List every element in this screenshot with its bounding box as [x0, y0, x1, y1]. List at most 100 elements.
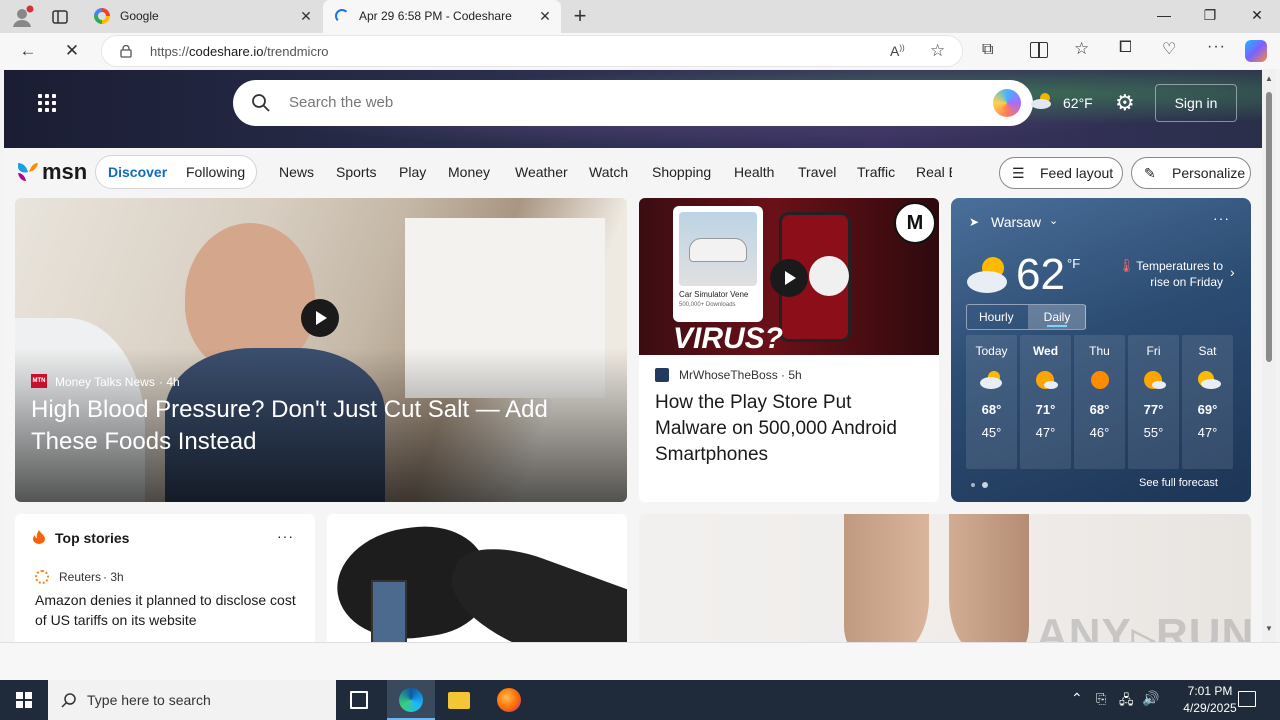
forecast-day[interactable]: Sat 69° 47° — [1182, 335, 1233, 469]
hero-news-card[interactable]: MTN Money Talks News · 4h High Blood Pre… — [15, 198, 627, 502]
source-name[interactable]: Reuters — [59, 570, 101, 584]
nav-weather[interactable]: Weather — [515, 164, 568, 180]
play-video-icon[interactable] — [770, 259, 808, 297]
firefox-icon[interactable] — [497, 688, 521, 712]
new-tab-icon[interactable]: + — [568, 4, 592, 28]
task-view-icon[interactable] — [350, 691, 368, 709]
copilot-search-icon[interactable] — [993, 89, 1021, 117]
minimize-icon[interactable]: — — [1141, 0, 1187, 33]
windows-taskbar: Type here to search ⌃ ⎘ 🖧 🔊 7:01 PM 4/29… — [0, 680, 1280, 720]
weather-city[interactable]: Warsaw — [991, 214, 1041, 230]
more-menu-icon[interactable]: ··· — [1207, 38, 1226, 56]
network-icon[interactable]: 🖧 — [1119, 691, 1134, 713]
play-video-icon[interactable] — [301, 299, 339, 337]
story-headline[interactable]: Amazon denies it planned to disclose cos… — [35, 590, 297, 630]
copilot-icon[interactable] — [1245, 40, 1267, 62]
nav-travel[interactable]: Travel — [798, 164, 836, 180]
weather-card: ➤ Warsaw ⌄ ··· 62 °F 🌡 Temperatures to r… — [951, 198, 1251, 502]
close-tab-icon[interactable]: ✕ — [537, 8, 553, 24]
more-options-icon[interactable]: ··· — [277, 528, 294, 544]
page-dot[interactable] — [982, 482, 988, 488]
close-tab-icon[interactable]: ✕ — [298, 8, 314, 24]
back-icon[interactable]: ← — [13, 37, 43, 65]
top-stories-card: Top stories ··· Reuters · 3h Amazon deni… — [15, 514, 315, 642]
feed-layout-button[interactable]: ☰ Feed layout — [999, 157, 1123, 189]
show-hidden-icons-chevron-icon[interactable]: ⌃ — [1071, 690, 1083, 707]
taskbar-search-box[interactable]: Type here to search — [48, 680, 336, 720]
profile-avatar-icon[interactable] — [10, 5, 34, 29]
chevron-right-icon[interactable]: › — [1230, 264, 1235, 280]
scroll-down-icon[interactable]: ▼ — [1265, 624, 1273, 633]
nav-play[interactable]: Play — [399, 164, 426, 180]
article-headline[interactable]: How the Play Store Put Malware on 500,00… — [655, 390, 927, 468]
nav-watch[interactable]: Watch — [589, 164, 628, 180]
forecast-day[interactable]: Thu 68° 46° — [1074, 335, 1125, 469]
favorite-star-icon[interactable]: ☆ — [930, 41, 945, 61]
usb-device-icon[interactable]: ⎘ — [1096, 691, 1106, 707]
product-image-card[interactable] — [327, 514, 627, 642]
see-full-forecast-link[interactable]: See full forecast — [1139, 477, 1218, 489]
weather-note[interactable]: Temperatures to rise on Friday — [1135, 258, 1223, 290]
favorites-icon[interactable]: ☆ — [1074, 39, 1089, 59]
windows-start-icon[interactable] — [16, 692, 32, 708]
article-age: · 3h — [103, 570, 124, 584]
address-bar[interactable]: https://codeshare.io/trendmicro A)) ☆ — [101, 35, 963, 67]
apps-launcher-icon[interactable] — [38, 94, 56, 112]
tab-actions-icon[interactable] — [51, 8, 69, 26]
top-stories-title: Top stories — [55, 530, 130, 546]
notifications-icon[interactable] — [1238, 691, 1256, 707]
tab-hourly[interactable]: Hourly — [979, 310, 1014, 324]
tab-discover[interactable]: Discover — [108, 164, 167, 180]
nav-shopping[interactable]: Shopping — [652, 164, 711, 180]
scrollbar-thumb[interactable] — [1266, 92, 1272, 362]
taskbar-time[interactable]: 7:01 PM — [1172, 684, 1248, 698]
browser-status-area — [0, 642, 1280, 680]
page-scrollbar[interactable]: ▲ ▼ — [1262, 70, 1276, 642]
weather-cloud-icon[interactable] — [1030, 92, 1056, 110]
more-options-icon[interactable]: ··· — [1213, 210, 1230, 226]
forecast-day[interactable]: Fri 77° 55° — [1128, 335, 1179, 469]
page-dot[interactable] — [971, 483, 975, 487]
tab-following[interactable]: Following — [186, 164, 245, 180]
tab-google[interactable]: Google ✕ — [84, 0, 322, 33]
malware-news-card[interactable]: Car Simulator Vene 500,000+ Downloads VI… — [639, 198, 939, 502]
hero-headline[interactable]: High Blood Pressure? Don't Just Cut Salt… — [31, 394, 591, 458]
personalize-button[interactable]: ✎ Personalize — [1131, 157, 1251, 189]
taskbar-date[interactable]: 4/29/2025 — [1172, 701, 1248, 715]
restore-icon[interactable]: ❐ — [1187, 0, 1233, 33]
nav-real-estate[interactable]: Real E — [916, 164, 952, 180]
sign-in-button[interactable]: Sign in — [1155, 84, 1237, 122]
close-window-icon[interactable]: ✕ — [1234, 0, 1280, 33]
volume-icon[interactable]: 🔊 — [1142, 690, 1159, 707]
source-name[interactable]: Money Talks News — [55, 375, 155, 389]
browser-tab-bar: Google ✕ Apr 29 6:58 PM - Codeshare ✕ + … — [0, 0, 1280, 33]
article-age: · 4h — [159, 375, 180, 389]
edge-taskbar-icon[interactable] — [387, 680, 435, 720]
url-text: https://codeshare.io/trendmicro — [150, 44, 329, 59]
settings-gear-icon[interactable]: ⚙ — [1115, 90, 1135, 116]
read-aloud-icon[interactable]: A)) — [890, 43, 905, 59]
forecast-day[interactable]: Wed 71° 47° — [1020, 335, 1071, 469]
nav-news[interactable]: News — [279, 164, 314, 180]
chevron-down-icon[interactable]: ⌄ — [1049, 214, 1058, 227]
extensions-icon[interactable]: ⧉ — [982, 41, 993, 59]
msn-navigation: msn Discover Following News Sports Play … — [4, 148, 1262, 198]
forecast-day[interactable]: Today 68° 45° — [966, 335, 1017, 469]
stop-loading-icon[interactable]: ✕ — [57, 37, 87, 65]
file-explorer-icon[interactable] — [448, 692, 470, 709]
source-name[interactable]: MrWhoseTheBoss — [679, 368, 778, 382]
browser-essentials-icon[interactable]: ♡ — [1162, 39, 1176, 59]
collections-icon[interactable]: ⧠ — [1119, 39, 1132, 57]
nav-traffic[interactable]: Traffic — [857, 164, 895, 180]
nav-health[interactable]: Health — [734, 164, 774, 180]
nav-sports[interactable]: Sports — [336, 164, 376, 180]
forecast-row: Today 68° 45° Wed 71° 47° Thu 68° 46° Fr… — [966, 335, 1236, 469]
web-search-box[interactable]: Search the web — [233, 80, 1033, 126]
partly-sunny-icon — [1195, 370, 1221, 390]
scroll-up-icon[interactable]: ▲ — [1265, 74, 1273, 83]
tab-codeshare[interactable]: Apr 29 6:58 PM - Codeshare ✕ — [323, 0, 561, 33]
msn-logo[interactable]: msn — [16, 159, 87, 185]
nav-money[interactable]: Money — [448, 164, 490, 180]
header-weather-temp[interactable]: 62°F — [1063, 95, 1093, 111]
forecast-toggle: Hourly Daily — [966, 304, 1086, 330]
